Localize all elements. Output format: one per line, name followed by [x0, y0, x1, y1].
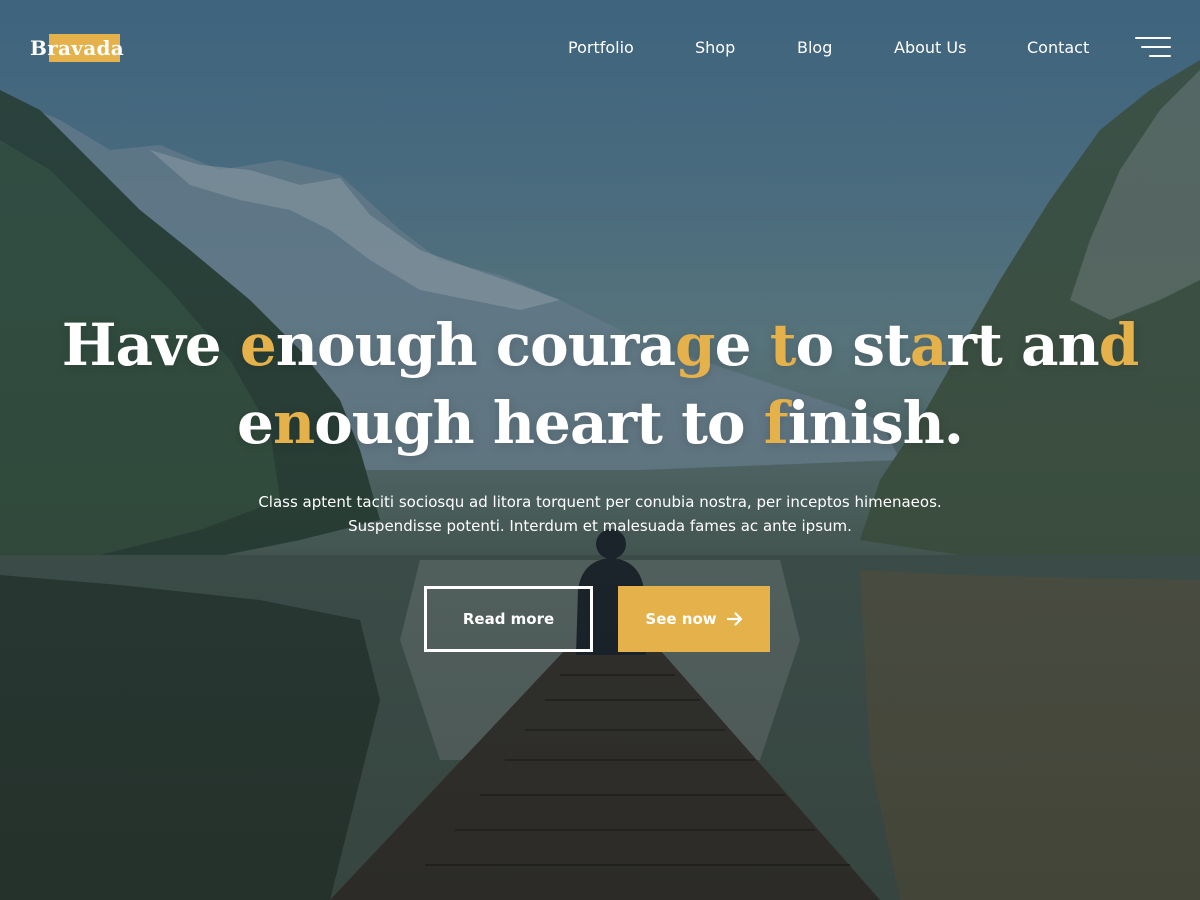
nav-link-contact[interactable]: Contact — [1027, 38, 1089, 57]
headline-text-segment: e — [714, 311, 770, 379]
nav-link-blog[interactable]: Blog — [797, 38, 832, 57]
main-nav: Portfolio Shop Blog About Us Contact — [0, 38, 1200, 58]
see-now-button[interactable]: See now — [618, 586, 770, 652]
hero-headline: Have enough courage to start and enough … — [0, 306, 1200, 462]
nav-link-portfolio[interactable]: Portfolio — [568, 38, 634, 57]
headline-accent-letter: a — [909, 311, 948, 379]
read-more-label: Read more — [462, 610, 555, 628]
headline-accent-letter: t — [769, 311, 797, 379]
headline-text-segment: rt an — [946, 311, 1099, 379]
headline-text-segment: Have — [61, 311, 240, 379]
hamburger-menu-icon[interactable] — [1133, 37, 1171, 59]
headline-accent-letter: d — [1098, 311, 1140, 379]
hero-headline-line2: enough heart to finish. — [237, 389, 964, 457]
headline-text-segment: ough heart to — [314, 389, 764, 457]
nav-link-shop[interactable]: Shop — [695, 38, 735, 57]
hero-headline-line1: Have enough courage to start and — [61, 311, 1140, 379]
headline-text-segment: e — [237, 389, 274, 457]
headline-text-segment: nough coura — [275, 311, 676, 379]
headline-text-segment: o st — [795, 311, 911, 379]
read-more-button[interactable]: Read more — [424, 586, 593, 652]
hero-subtext: Class aptent taciti sociosqu ad litora t… — [150, 490, 1050, 538]
arrow-right-icon — [726, 612, 743, 626]
headline-accent-letter: n — [272, 389, 315, 457]
hero-subtext-line2: Suspendisse potenti. Interdum et malesua… — [348, 517, 852, 535]
headline-accent-letter: f — [763, 389, 789, 457]
hero-subtext-line1: Class aptent taciti sociosqu ad litora t… — [258, 493, 942, 511]
see-now-label: See now — [645, 610, 717, 628]
headline-accent-letter: e — [239, 311, 277, 379]
headline-accent-letter: g — [675, 311, 716, 379]
nav-link-about-us[interactable]: About Us — [894, 38, 966, 57]
headline-text-segment: inish. — [787, 389, 964, 457]
